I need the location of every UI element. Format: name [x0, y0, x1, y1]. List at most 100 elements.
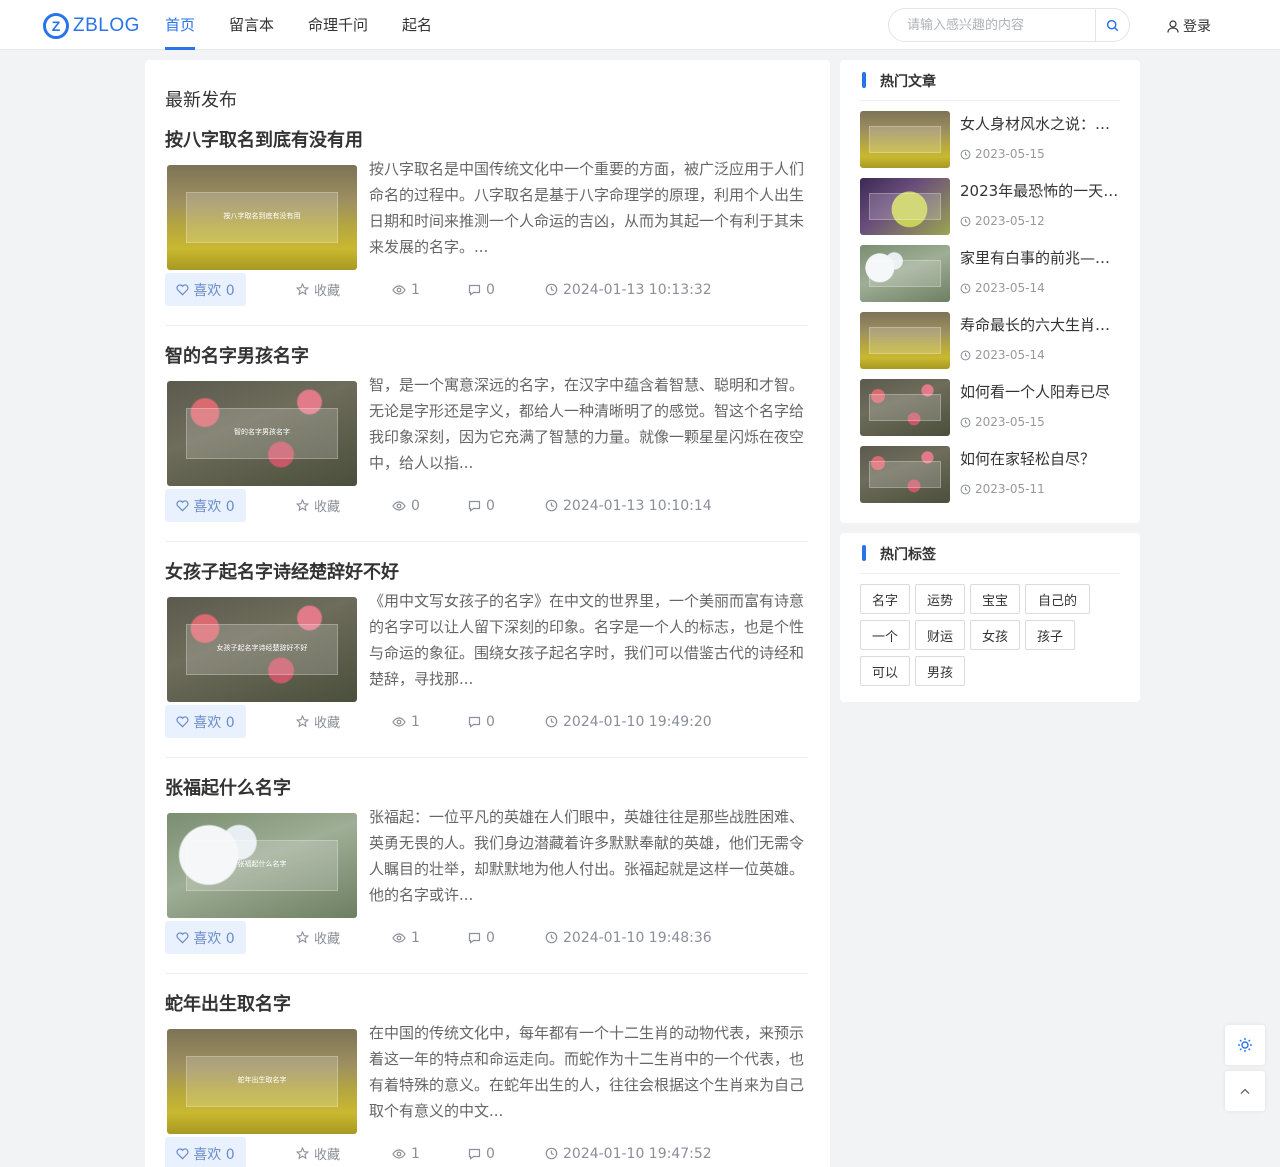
post-divider [165, 973, 808, 974]
comment-count-value: 0 [486, 1145, 495, 1162]
post-title[interactable]: 智的名字男孩名字 [165, 342, 309, 368]
heart-icon [176, 1147, 189, 1159]
site-logo[interactable]: Z ZBLOG [43, 13, 140, 39]
chevron-up-icon [1240, 1088, 1250, 1094]
eye-icon [392, 1148, 406, 1159]
hot-article-item: 家里有白事的前兆——老人预感 2023-05-14 [860, 245, 1120, 303]
tag-item[interactable]: 宝宝 [970, 584, 1020, 614]
post-thumbnail[interactable]: 按八字取名到底有没有用 [167, 165, 357, 270]
post-title[interactable]: 蛇年出生取名字 [165, 990, 291, 1016]
post-thumbnail[interactable]: 蛇年出生取名字 [167, 1029, 357, 1134]
clock-icon [960, 417, 971, 427]
nav-item-naming[interactable]: 起名 [402, 0, 432, 50]
tag-item[interactable]: 可以 [860, 656, 910, 686]
view-count: 1 [392, 273, 420, 306]
view-count: 1 [392, 705, 420, 738]
post-thumbnail[interactable]: 张福起什么名字 [167, 813, 357, 918]
hot-article-title[interactable]: 2023年最恐怖的一天，你知道吗？ [960, 180, 1120, 201]
clock-icon [960, 484, 971, 494]
login-link[interactable]: 登录 [1167, 16, 1211, 36]
post-summary: 智，是一个寓意深远的名字，在汉字中蕴含着智慧、聪明和才智。无论是字形还是字义，都… [369, 376, 805, 472]
sun-icon [1238, 1038, 1252, 1052]
tag-item[interactable]: 运势 [915, 584, 965, 614]
hot-article-date-value: 2023-05-14 [975, 348, 1045, 362]
tag-item[interactable]: 男孩 [915, 656, 965, 686]
hot-article-title[interactable]: 如何在家轻松自尽？ [960, 448, 1120, 469]
theme-toggle-button[interactable] [1225, 1025, 1265, 1065]
hot-articles-header: 热门文章 [860, 60, 1120, 101]
post-date: 2024-01-13 10:10:14 [545, 489, 712, 522]
tag-item[interactable]: 孩子 [1025, 620, 1075, 650]
like-button[interactable]: 喜欢 0 [165, 489, 246, 522]
post-title[interactable]: 女孩子起名字诗经楚辞好不好 [165, 558, 399, 584]
hot-article-item: 如何看一个人阳寿已尽 2023-05-15 [860, 379, 1120, 437]
favorite-label: 收藏 [314, 1148, 341, 1163]
favorite-button[interactable]: 收藏 [296, 1137, 340, 1167]
hot-article-thumbnail[interactable] [860, 111, 950, 168]
tag-item[interactable]: 自己的 [1025, 584, 1090, 614]
search-button[interactable] [1095, 9, 1129, 41]
like-button[interactable]: 喜欢 0 [165, 921, 246, 954]
post-date-value: 2024-01-10 19:49:20 [563, 713, 712, 730]
post-date: 2024-01-10 19:49:20 [545, 705, 712, 738]
clock-icon [545, 931, 558, 944]
eye-icon [392, 500, 406, 511]
site-header: Z ZBLOG 首页 留言本 命理千问 起名 登录 [0, 0, 1280, 50]
post-title[interactable]: 张福起什么名字 [165, 774, 291, 800]
like-button[interactable]: 喜欢 0 [165, 1137, 246, 1167]
post-divider [165, 325, 808, 326]
post-item: 蛇年出生取名字 蛇年出生取名字 在中国的传统文化中，每年都有一个十二生肖的动物代表，… [165, 990, 808, 1167]
tag-item[interactable]: 一个 [860, 620, 910, 650]
back-to-top-button[interactable] [1225, 1071, 1265, 1111]
favorite-button[interactable]: 收藏 [296, 705, 340, 738]
hot-article-thumbnail[interactable] [860, 446, 950, 503]
view-count-value: 1 [411, 1145, 420, 1162]
favorite-label: 收藏 [314, 932, 341, 947]
view-count: 1 [392, 1137, 420, 1167]
post-summary: 张福起：一位平凡的英雄在人们眼中，英雄往往是那些战胜困难、英勇无畏的人。我们身边… [369, 808, 805, 904]
favorite-button[interactable]: 收藏 [296, 921, 340, 954]
hot-article-title[interactable]: 女人身材风水之说：是否影响运势呢？ [960, 113, 1120, 134]
hot-tags-title: 热门标签 [880, 547, 936, 563]
thumbnail-caption: 智的名字男孩名字 [234, 428, 290, 436]
comment-count-value: 0 [486, 929, 495, 946]
favorite-button[interactable]: 收藏 [296, 489, 340, 522]
star-icon [296, 715, 309, 728]
post-summary: 在中国的传统文化中，每年都有一个十二生肖的动物代表，来预示着这一年的特点和命运走… [369, 1024, 805, 1120]
hot-article-title[interactable]: 如何看一个人阳寿已尽 [960, 381, 1120, 402]
search-input[interactable] [889, 9, 1095, 41]
hot-article-thumbnail[interactable] [860, 312, 950, 369]
hot-article-thumbnail[interactable] [860, 379, 950, 436]
comment-count-value: 0 [486, 281, 495, 298]
thumbnail-overlay [869, 393, 941, 422]
comment-icon [468, 932, 481, 944]
post-date-value: 2024-01-10 19:47:52 [563, 1145, 712, 1162]
favorite-button[interactable]: 收藏 [296, 273, 340, 306]
hot-article-thumbnail[interactable] [860, 245, 950, 302]
user-icon [1167, 19, 1179, 33]
nav-item-fortune-qa[interactable]: 命理千问 [308, 0, 368, 50]
post-item: 按八字取名到底有没有用 按八字取名到底有没有用 按八字取名是中国传统文化中一个重要的… [165, 126, 808, 326]
hot-article-item: 女人身材风水之说：是否影响运势呢？ 2023-05-15 [860, 111, 1120, 169]
like-button[interactable]: 喜欢 0 [165, 273, 246, 306]
eye-icon [392, 716, 406, 727]
post-thumbnail[interactable]: 女孩子起名字诗经楚辞好不好 [167, 597, 357, 702]
nav-item-guestbook[interactable]: 留言本 [229, 0, 274, 50]
post-title[interactable]: 按八字取名到底有没有用 [165, 126, 363, 152]
tag-item[interactable]: 女孩 [970, 620, 1020, 650]
hot-article-date-value: 2023-05-14 [975, 281, 1045, 295]
hot-article-title[interactable]: 家里有白事的前兆——老人预感 [960, 247, 1120, 268]
tag-item[interactable]: 财运 [915, 620, 965, 650]
tag-item[interactable]: 名字 [860, 584, 910, 614]
main-nav: 首页 留言本 命理千问 起名 [165, 0, 466, 50]
favorite-label: 收藏 [314, 716, 341, 731]
post-thumbnail[interactable]: 智的名字男孩名字 [167, 381, 357, 486]
thumbnail-caption: 女孩子起名字诗经楚辞好不好 [216, 644, 308, 652]
nav-item-home[interactable]: 首页 [165, 0, 196, 50]
clock-icon [960, 350, 971, 360]
eye-icon [392, 284, 406, 295]
hot-article-thumbnail[interactable] [860, 178, 950, 235]
hot-article-title[interactable]: 寿命最长的六大生肖，你是其中之一吗 [960, 314, 1120, 335]
like-button[interactable]: 喜欢 0 [165, 705, 246, 738]
eye-icon [392, 932, 406, 943]
